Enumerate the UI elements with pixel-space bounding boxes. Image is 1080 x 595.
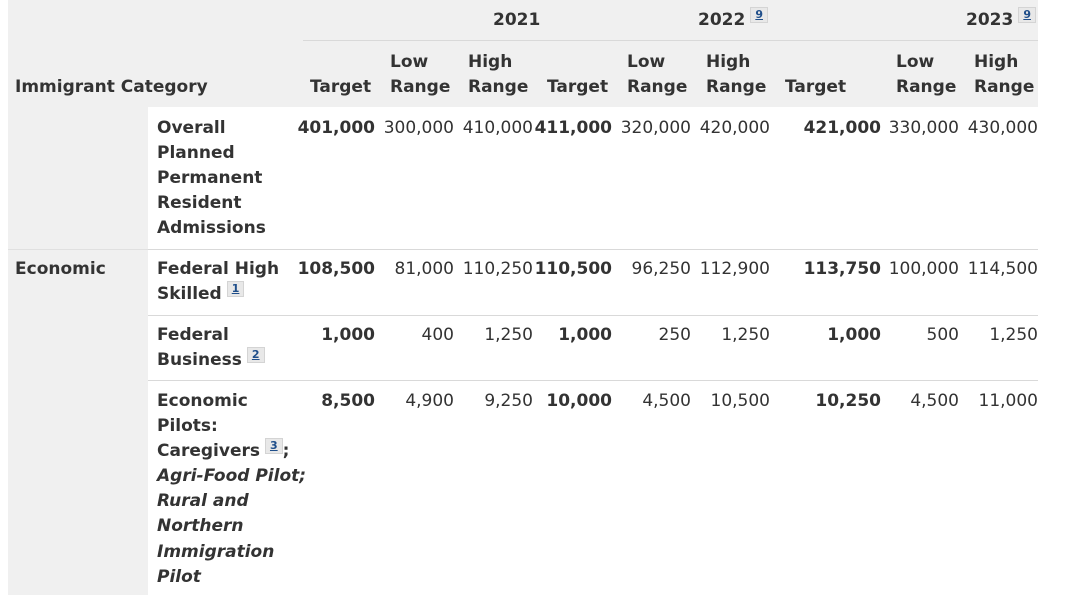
footnote-link[interactable]: 9 [1018,7,1036,23]
row-label: Caregivers 3; [157,438,290,461]
row-label: Resident [157,193,242,213]
table-cell: 410,000 [462,118,533,138]
table-cell: 4,900 [405,391,454,411]
footnote-link[interactable]: 9 [750,7,768,23]
col-target: Target [547,77,609,97]
table-cell: 330,000 [888,118,959,138]
row-divider [148,249,1038,250]
row-header-title: Immigrant Category [15,77,208,97]
table-cell: 1,000 [827,325,881,345]
row-label: Skilled 1 [157,281,245,307]
row-divider [148,315,1038,316]
table-cell: 96,250 [631,259,691,279]
table-cell: 430,000 [967,118,1038,138]
row-label: Federal High [157,259,280,279]
col-low-range: Range [627,77,688,97]
table-cell: 100,000 [888,259,959,279]
table-cell: 110,250 [462,259,533,279]
col-low-range: Low [627,52,666,72]
col-high-range: Range [468,77,529,97]
footnote-link[interactable]: 3 [264,438,283,454]
table-cell: 1,250 [989,325,1038,345]
row-label: Economic [157,391,248,411]
table-cell: 113,750 [803,259,881,279]
col-high-range: High [974,52,1019,72]
table-cell: 114,500 [967,259,1038,279]
category-label: Economic [15,259,106,279]
year-header-2023: 2023 9 [966,7,1036,33]
table-cell: 500 [926,325,959,345]
col-high-range: High [468,52,513,72]
table-cell: 411,000 [534,118,612,138]
row-label: Overall [157,118,226,138]
table-cell: 1,000 [558,325,612,345]
row-label: Federal [157,325,229,345]
table-cell: 10,500 [710,391,770,411]
table-cell: 1,250 [721,325,770,345]
col-target: Target [310,77,372,97]
table-cell: 11,000 [978,391,1038,411]
table-cell: 320,000 [620,118,691,138]
row-divider [148,380,1038,381]
row-label: Admissions [157,218,266,238]
table-cell: 108,500 [297,259,375,279]
table-cell: 110,500 [534,259,612,279]
table-cell: 1,000 [321,325,375,345]
row-label: Agri-Food Pilot; [157,466,307,486]
table-cell: 8,500 [321,391,375,411]
row-label: Planned [157,143,235,163]
table-cell: 1,250 [484,325,533,345]
footnote-link[interactable]: 1 [226,281,245,297]
table-cell: 112,900 [699,259,770,279]
row-label: Pilots: [157,416,218,436]
col-high-range: High [706,52,751,72]
table-cell: 250 [658,325,691,345]
table-cell: 4,500 [910,391,959,411]
header-divider [303,40,1038,41]
table-cell: 10,000 [546,391,612,411]
table-cell: 420,000 [699,118,770,138]
table-cell: 421,000 [803,118,881,138]
row-label: Pilot [157,567,201,587]
table-cell: 400 [421,325,454,345]
row-label: Business 2 [157,347,265,373]
col-high-range: Range [706,77,767,97]
year-header-2021: 2021 [493,10,541,30]
footnote-link[interactable]: 2 [246,347,265,363]
col-low-range: Range [390,77,451,97]
col-target: Target [785,77,847,97]
table-cell: 401,000 [297,118,375,138]
year-header-2022: 2022 9 [698,7,768,33]
table-cell: 9,250 [484,391,533,411]
col-low-range: Low [390,52,429,72]
row-label: Northern [157,516,244,536]
row-divider [8,249,148,250]
table-cell: 81,000 [394,259,454,279]
col-low-range: Range [896,77,957,97]
col-low-range: Low [896,52,935,72]
table-cell: 4,500 [642,391,691,411]
row-label: Rural and [157,491,249,511]
row-label: Immigration [157,542,275,562]
row-label: Permanent [157,168,263,188]
table-cell: 300,000 [383,118,454,138]
table-cell: 10,250 [815,391,881,411]
category-column [8,107,148,595]
col-high-range: Range [974,77,1035,97]
